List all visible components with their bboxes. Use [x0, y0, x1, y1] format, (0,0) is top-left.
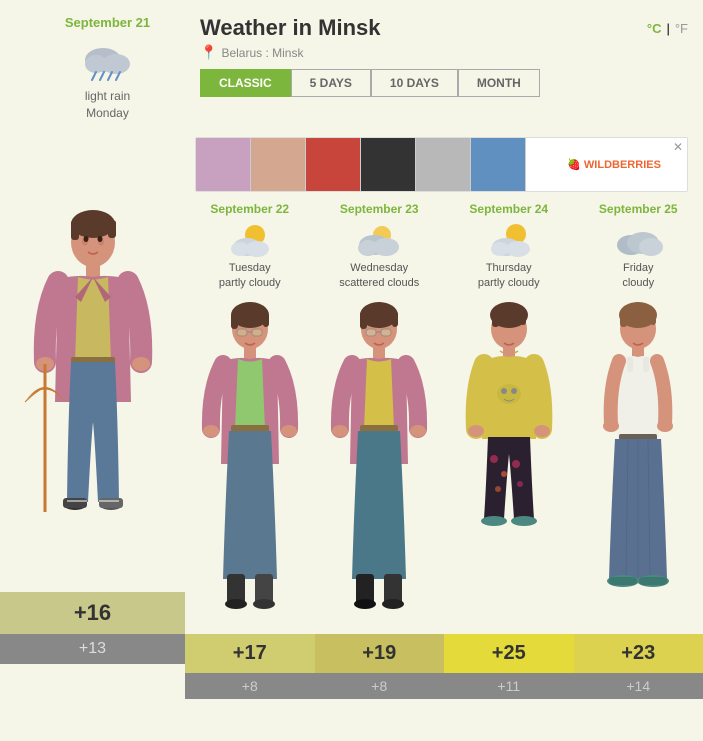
ad-image-2: [251, 138, 306, 191]
figure-col-0: [185, 299, 315, 634]
days-headers-row: September 22 Tuesday partly cloudy Septe…: [185, 202, 703, 300]
main-figure: [15, 202, 170, 592]
main-figure-panel: +16 +13: [0, 202, 185, 700]
tab-classic[interactable]: CLASSIC: [200, 69, 291, 97]
tab-month[interactable]: MONTH: [458, 69, 540, 97]
tabs-bar: CLASSIC 5 DAYS 10 DAYS MONTH: [200, 69, 688, 97]
location-row: 📍 Belarus : Minsk: [200, 44, 688, 61]
tab-10days[interactable]: 10 DAYS: [371, 69, 458, 97]
day-2-temp-high: +25: [444, 634, 574, 673]
today-temp-bars: +16 +13: [0, 592, 185, 664]
day-col-3: September 25 Friday cloudy: [574, 202, 703, 300]
main-area: +16 +13 September 22 Tuesday: [0, 202, 703, 700]
ad-brand-text: 🍓 WILDBERRIES: [526, 158, 669, 171]
location-pin-icon: 📍: [200, 44, 217, 61]
main-person-svg: [23, 202, 163, 592]
today-temp-low: +13: [0, 634, 185, 664]
figure-1-svg: [324, 299, 434, 629]
unit-separator: |: [666, 21, 669, 36]
rain-cloud-icon: [78, 38, 138, 83]
tab-5days[interactable]: 5 DAYS: [291, 69, 371, 97]
content-right: Weather in Minsk °C | °F 📍 Belarus : Min…: [200, 15, 688, 122]
day-3-temp: +23 +14: [574, 634, 703, 699]
day-figures-row: [185, 299, 703, 634]
figure-col-2: [444, 299, 574, 634]
page-title: Weather in Minsk: [200, 15, 381, 41]
day-3-temp-low: +14: [574, 673, 703, 699]
temp-units: °C | °F: [647, 21, 688, 36]
day-2-temp-low: +11: [444, 673, 574, 699]
day-0-condition: Tuesday partly cloudy: [185, 261, 315, 292]
today-date: September 21: [15, 15, 200, 30]
figure-3-svg: [583, 299, 693, 629]
ad-image-4: [361, 138, 416, 191]
day-col-0: September 22 Tuesday partly cloudy: [185, 202, 315, 300]
day-1-date: September 23: [315, 202, 445, 216]
figure-0-svg: [195, 299, 305, 629]
day-0-temp-high: +17: [185, 634, 315, 673]
day-1-condition: Wednesday scattered clouds: [315, 261, 445, 292]
ad-images: [196, 138, 526, 191]
day-1-temp-high: +19: [315, 634, 445, 673]
today-weather-desc: light rain Monday: [15, 88, 200, 122]
day-col-2: September 24 Thursday partly cloudy: [444, 202, 574, 300]
ad-close-button[interactable]: ✕: [669, 138, 687, 156]
day-2-weather-icon: [484, 221, 534, 261]
header: September 21 light rain Monday Weather i…: [0, 0, 703, 127]
celsius-unit[interactable]: °C: [647, 21, 662, 36]
day-temp-row: +17 +8 +19 +8 +25 +11 +23 +14: [185, 634, 703, 699]
day-0-temp: +17 +8: [185, 634, 315, 699]
ad-image-6: [471, 138, 526, 191]
day-3-weather-icon: [613, 221, 663, 261]
app-container: September 21 light rain Monday Weather i…: [0, 0, 703, 699]
location-text: Belarus : Minsk: [221, 46, 303, 60]
days-panel: September 22 Tuesday partly cloudy Septe…: [185, 202, 703, 700]
day-3-temp-high: +23: [574, 634, 703, 673]
day-0-temp-low: +8: [185, 673, 315, 699]
figure-2-svg: [454, 299, 564, 629]
day-1-weather-icon: [354, 221, 404, 261]
title-row: Weather in Minsk °C | °F: [200, 15, 688, 41]
day-0-weather-icon: [225, 221, 275, 261]
day-2-condition: Thursday partly cloudy: [444, 261, 574, 292]
day-col-1: September 23 Wednesday scattered clouds: [315, 202, 445, 300]
day-0-date: September 22: [185, 202, 315, 216]
ad-image-5: [416, 138, 471, 191]
fahrenheit-unit[interactable]: °F: [675, 21, 688, 36]
figure-col-3: [574, 299, 703, 634]
day-3-condition: Friday cloudy: [574, 261, 703, 292]
ad-image-1: [196, 138, 251, 191]
today-temp-high: +16: [0, 592, 185, 634]
day-2-temp: +25 +11: [444, 634, 574, 699]
figure-col-1: [315, 299, 445, 634]
day-1-temp: +19 +8: [315, 634, 445, 699]
day-2-date: September 24: [444, 202, 574, 216]
today-panel: September 21 light rain Monday: [15, 15, 200, 122]
day-1-temp-low: +8: [315, 673, 445, 699]
ad-image-3: [306, 138, 361, 191]
day-3-date: September 25: [574, 202, 703, 216]
ad-banner: 🍓 WILDBERRIES ✕: [195, 137, 688, 192]
